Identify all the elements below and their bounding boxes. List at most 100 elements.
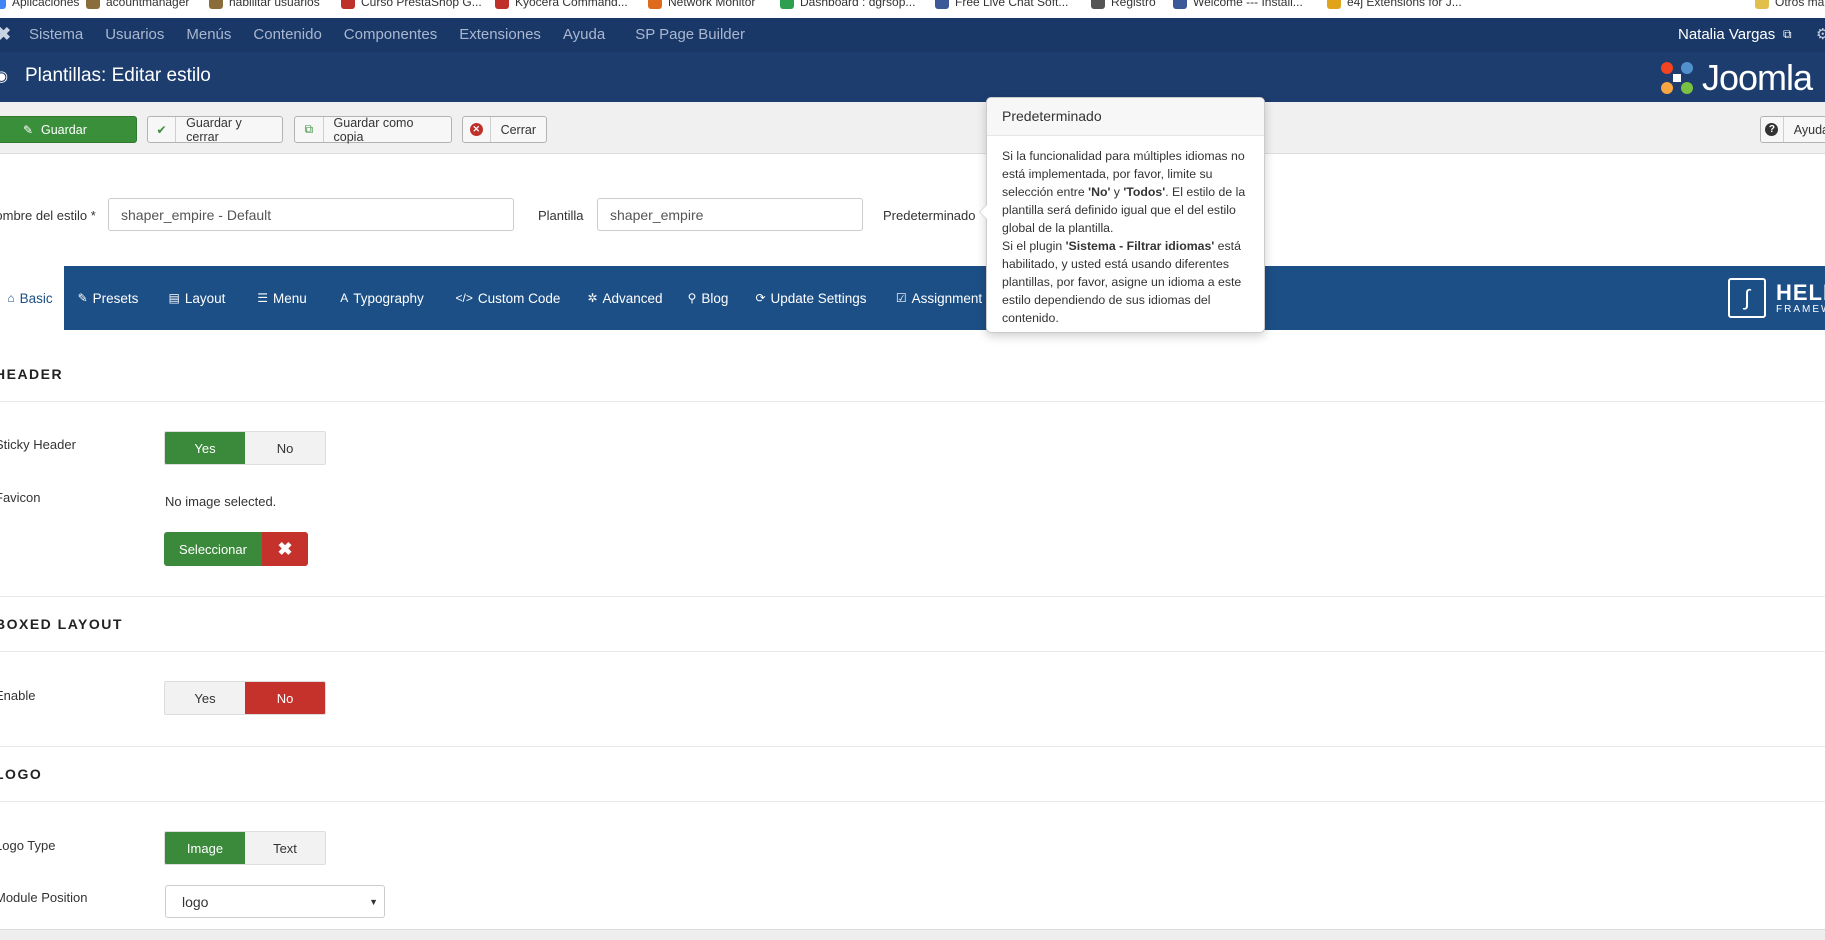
tab-custom-code[interactable]: </> Custom Code xyxy=(442,266,574,330)
bookmark-label: acountmanager xyxy=(106,0,190,9)
logo-type-text[interactable]: Text xyxy=(245,832,325,864)
save-copy-label: Guardar como copia xyxy=(333,115,414,144)
tab-assignment[interactable]: ☑ Assignment xyxy=(882,266,996,330)
bookmark-label: Aplicaciones xyxy=(12,0,80,9)
check-icon: ✔ xyxy=(148,117,177,142)
bookmark-item[interactable]: Registro xyxy=(1091,0,1156,9)
admin-menu-item[interactable]: SP Page Builder xyxy=(635,26,745,43)
tab-blog[interactable]: ⚲ Blog xyxy=(676,266,740,330)
admin-menu-item[interactable]: Sistema xyxy=(29,26,83,43)
favicon-label: Favicon xyxy=(0,490,41,505)
tab-label: Typography xyxy=(353,290,424,306)
module-position-label: Module Position xyxy=(0,890,88,905)
boxed-layout-no[interactable]: No xyxy=(245,682,325,714)
chevron-down-icon: ▼ xyxy=(369,896,378,907)
code-icon: </> xyxy=(455,291,473,305)
admin-menu-bar: ✖ Sistema Usuarios Menús Contenido Component… xyxy=(0,18,1825,52)
save-button[interactable]: ✎ Guardar xyxy=(0,116,137,143)
page-title-bar: ◉ Plantillas: Editar estilo Joomla xyxy=(0,52,1825,102)
bookmark-label: e4j Extensions for J... xyxy=(1347,0,1462,9)
bookmark-favicon-icon xyxy=(1327,0,1341,9)
divider xyxy=(0,746,1825,747)
layout-icon: ▤ xyxy=(168,291,180,305)
bookmark-item[interactable]: Network Monitor xyxy=(648,0,755,9)
external-link-icon[interactable]: ⧉ xyxy=(1783,27,1792,42)
logo-type-image[interactable]: Image xyxy=(165,832,245,864)
bookmark-item[interactable]: Curso PrestaShop G... xyxy=(341,0,482,9)
tab-layout[interactable]: ▤ Layout xyxy=(152,266,242,330)
bookmark-item[interactable]: Free Live Chat Soft... xyxy=(935,0,1068,9)
admin-menu-item[interactable]: Contenido xyxy=(253,26,321,43)
module-position-select[interactable]: logo ▼ xyxy=(165,885,385,918)
question-icon: ? xyxy=(1765,123,1779,136)
tab-label: Advanced xyxy=(602,290,663,306)
admin-menu-item[interactable]: Extensiones xyxy=(459,26,541,43)
bookmark-label: Free Live Chat Soft... xyxy=(955,0,1069,9)
popover-title: Predeterminado xyxy=(987,98,1264,136)
bookmark-item[interactable]: acountmanager xyxy=(86,0,189,9)
boxed-enable-label: Enable xyxy=(0,688,36,703)
bookmark-item[interactable]: Welcome --- Install... xyxy=(1173,0,1303,9)
tab-update-settings[interactable]: ⟳ Update Settings xyxy=(740,266,882,330)
close-button[interactable]: ✕ Cerrar xyxy=(462,116,547,143)
gear-icon: ✲ xyxy=(587,291,598,305)
helix-subtitle: FRAMEWORK xyxy=(1776,303,1825,315)
tab-advanced[interactable]: ✲ Advanced xyxy=(574,266,676,330)
style-details: Nombre del estilo * Plantilla Predetermi… xyxy=(0,154,1825,266)
bookmarks-bar: Aplicaciones acountmanager habilitar usuar… xyxy=(0,0,1825,18)
divider xyxy=(0,651,1825,652)
bookmark-favicon-icon xyxy=(0,0,6,9)
select-image-button[interactable]: Seleccionar xyxy=(164,532,262,566)
tab-presets[interactable]: ✎ Presets xyxy=(64,266,152,330)
admin-menu-item[interactable]: Menús xyxy=(186,26,231,43)
boxed-layout-yes[interactable]: Yes xyxy=(165,682,245,714)
style-name-input[interactable] xyxy=(108,198,514,231)
default-help-popover: Predeterminado Si la funcionalidad para … xyxy=(979,97,1265,333)
template-input[interactable] xyxy=(597,198,863,231)
bookmark-item[interactable]: Otros ma xyxy=(1755,0,1824,9)
edit-icon: ✎ xyxy=(22,122,33,137)
tab-label: Assignment xyxy=(911,290,983,306)
clear-image-button[interactable]: ✖ xyxy=(262,532,308,566)
bookmark-favicon-icon xyxy=(341,0,355,9)
joomla-wordmark: Joomla xyxy=(1702,57,1813,98)
tab-basic[interactable]: ⌂ Basic xyxy=(0,266,64,330)
divider xyxy=(0,596,1825,597)
bookmark-favicon-icon xyxy=(86,0,100,9)
joomla-x-icon[interactable]: ✖ xyxy=(0,24,11,45)
style-name-label: Nombre del estilo * xyxy=(0,208,96,223)
template-label: Plantilla xyxy=(538,208,584,223)
divider xyxy=(0,801,1825,802)
status-bar xyxy=(0,929,1825,940)
toolbar: ✎ Guardar ✔ Guardar y cerrar ⧉ Guardar c… xyxy=(0,102,1825,154)
bookmark-label: Welcome --- Install... xyxy=(1193,0,1303,9)
bookmark-item[interactable]: Kyocera Command... xyxy=(495,0,628,9)
tab-label: Menu xyxy=(272,290,307,306)
tab-menu[interactable]: ☰ Menu xyxy=(242,266,322,330)
bookmark-label: Kyocera Command... xyxy=(515,0,628,9)
bookmark-item[interactable]: Dashboard : dgrsop... xyxy=(780,0,915,9)
bookmark-item[interactable]: Aplicaciones xyxy=(0,0,79,9)
sticky-header-no[interactable]: No xyxy=(245,432,325,464)
bookmark-label: Dashboard : dgrsop... xyxy=(800,0,916,9)
settings-gear-icon[interactable]: ⚙ xyxy=(1816,25,1825,43)
favicon-media-buttons: Seleccionar ✖ xyxy=(164,532,308,566)
bookmark-item[interactable]: e4j Extensions for J... xyxy=(1327,0,1462,9)
save-copy-button[interactable]: ⧉ Guardar como copia xyxy=(294,115,452,144)
save-close-button[interactable]: ✔ Guardar y cerrar xyxy=(147,116,283,144)
bookmark-favicon-icon xyxy=(648,0,662,9)
popover-arrow xyxy=(979,204,987,220)
save-button-label: Guardar xyxy=(41,122,87,137)
bookmark-item[interactable]: habilitar usuarios xyxy=(209,0,320,9)
tab-typography[interactable]: A Typography xyxy=(322,266,442,330)
admin-menu-item[interactable]: Componentes xyxy=(344,26,437,43)
user-menu-link[interactable]: Natalia Vargas xyxy=(1678,26,1775,43)
popover-body: Si la funcionalidad para múltiples idiom… xyxy=(1002,149,1246,325)
helix-mark-icon: ∫ xyxy=(1728,278,1766,318)
admin-menu-item[interactable]: Ayuda xyxy=(563,26,605,43)
sticky-header-yes[interactable]: Yes xyxy=(165,432,245,464)
help-button[interactable]: ? Ayuda xyxy=(1760,116,1825,143)
bookmark-favicon-icon xyxy=(935,0,949,9)
tab-label: Blog xyxy=(701,290,729,306)
admin-menu-item[interactable]: Usuarios xyxy=(105,26,164,43)
